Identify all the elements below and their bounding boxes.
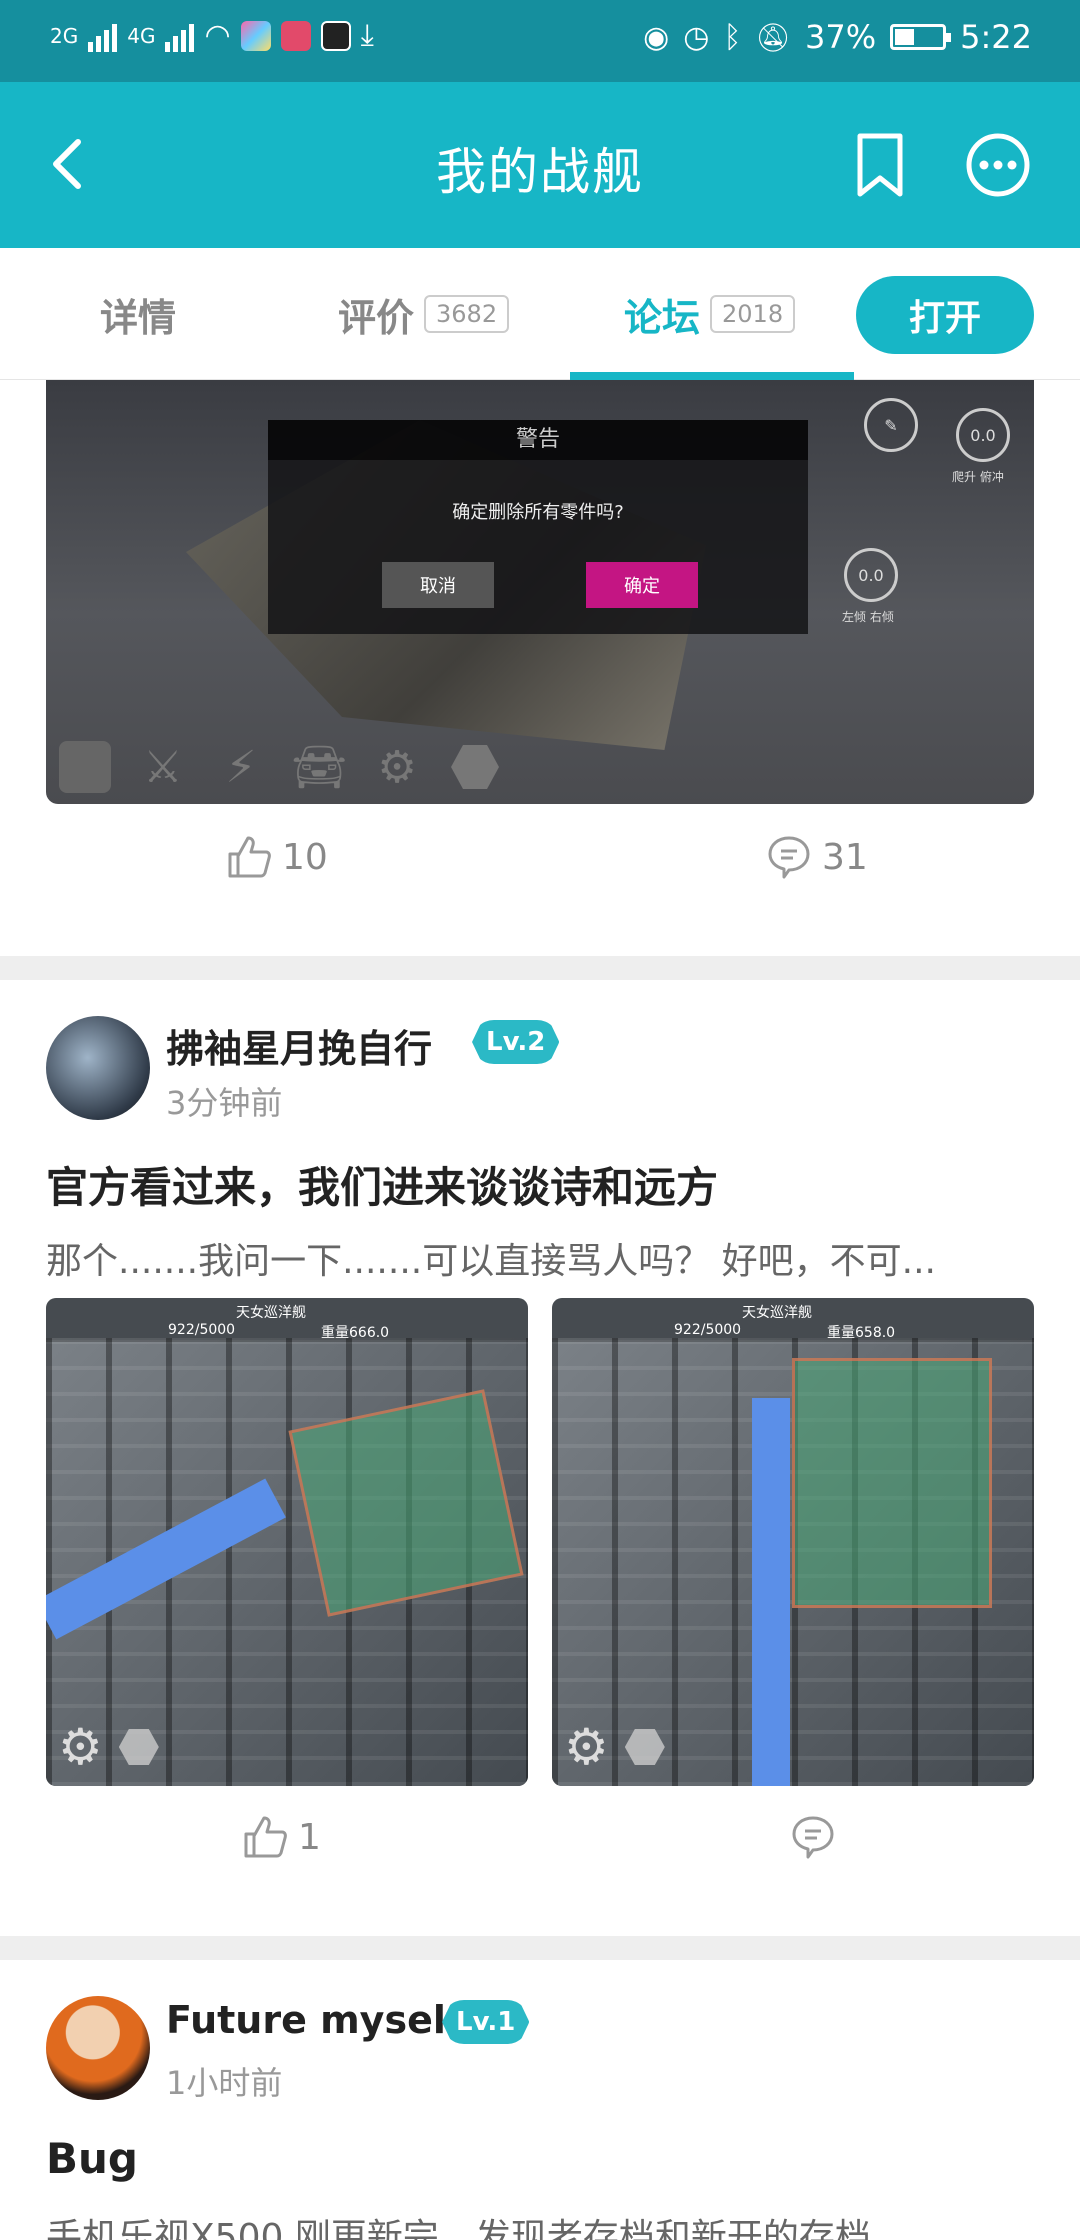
- tab-reviews-label: 评价: [338, 295, 415, 340]
- open-app-button[interactable]: 打开: [856, 276, 1034, 354]
- level-badge: Lv.2: [472, 1020, 560, 1064]
- post-image[interactable]: 警告 确定删除所有零件吗? 取消 确定 ✎ 0.0 爬升 俯冲 0.0 左倾 右…: [46, 380, 1034, 804]
- level-badge: Lv.1: [442, 2000, 530, 2044]
- active-tab-indicator: [570, 372, 854, 380]
- hud-ship-name: 天女巡洋舰: [742, 1305, 812, 1321]
- comment-icon: [768, 836, 810, 879]
- post-excerpt[interactable]: 手机乐视X500 刚更新完，发现老存档和新开的存档: [46, 2208, 871, 2240]
- post-actions: 10 31: [0, 834, 1080, 930]
- network-2g-label: 2G: [50, 23, 79, 48]
- avatar[interactable]: [46, 1996, 150, 2100]
- more-options-icon[interactable]: [965, 132, 1031, 198]
- signal-icon: [88, 20, 118, 52]
- tab-forum-label: 论坛: [624, 295, 701, 340]
- post-time: 1小时前: [166, 2064, 283, 2102]
- like-count: 10: [282, 836, 328, 878]
- like-button[interactable]: 10: [226, 834, 328, 880]
- post-excerpt[interactable]: 那个.......我问一下.......可以直接骂人吗？ 好吧，不可...: [46, 1232, 936, 1284]
- download-icon: ⤓: [360, 18, 374, 53]
- mute-icon: 🔕︎: [755, 20, 792, 54]
- hexagon-icon: [624, 1729, 665, 1765]
- forum-count-badge: 2018: [710, 295, 796, 333]
- signal-icon-2: [165, 20, 195, 52]
- battery-percent: 37%: [805, 18, 877, 56]
- tab-reviews[interactable]: 评价 3682: [338, 248, 510, 380]
- post-author[interactable]: Future myself: [166, 1998, 462, 2042]
- sword-icon: ⚔: [143, 741, 183, 793]
- avatar[interactable]: [46, 1016, 150, 1120]
- reviews-count-badge: 3682: [424, 295, 510, 333]
- hud-weight: 重量666.0: [321, 1325, 390, 1341]
- post-actions: 1: [0, 1814, 1080, 1910]
- post-divider: [0, 1936, 1080, 1960]
- joystick-dial-icon: ✎: [864, 398, 918, 452]
- app-notification-icon: [240, 20, 271, 51]
- book-notification-icon: [280, 20, 311, 51]
- roll-dial: 0.0: [844, 548, 898, 602]
- thumbs-up-icon: [228, 836, 271, 878]
- dialog-message: 确定删除所有零件吗?: [452, 502, 624, 523]
- hud-weight: 重量658.0: [827, 1325, 896, 1341]
- pitch-dial: 0.0: [956, 408, 1010, 462]
- post-divider: [0, 956, 1080, 980]
- app-bar: 我的战舰: [0, 82, 1080, 248]
- status-bar: 2G 4G ◠ ⤓ ◉ ◷ ᛒ 🔕︎ 37% 5:22: [0, 0, 1080, 82]
- dialog-confirm-button: 确定: [586, 562, 698, 608]
- dialog-title: 警告: [268, 420, 808, 460]
- tab-details-label: 详情: [100, 295, 177, 340]
- soul-notification-icon: [320, 20, 351, 51]
- hud-ammo: 922/5000: [674, 1322, 742, 1338]
- post-time: 3分钟前: [166, 1084, 283, 1122]
- dialog-cancel-button: 取消: [382, 562, 494, 608]
- post-title[interactable]: 官方看过来，我们进来谈谈诗和远方: [46, 1154, 718, 1215]
- game-toolbar: ⚔ ⚡︎ 🚘︎ ⚙: [58, 740, 502, 794]
- blue-part: [752, 1398, 790, 1786]
- wifi-icon: ◠: [204, 18, 231, 53]
- pitch-dial-label: 爬升 俯冲: [952, 470, 1004, 484]
- gear-icon: ⚙: [564, 1718, 609, 1776]
- eye-icon: ◉: [643, 19, 670, 55]
- tab-forum[interactable]: 论坛 2018: [624, 248, 796, 380]
- hud-ammo: 922/5000: [168, 1322, 236, 1338]
- hexagon-icon: [451, 745, 499, 789]
- post-image-2[interactable]: 天女巡洋舰 922/5000 重量658.0 ⚙: [552, 1298, 1034, 1786]
- hexagon-icon: [118, 1729, 159, 1765]
- block-icon: [59, 741, 111, 793]
- clock: 5:22: [960, 18, 1032, 56]
- bookmark-icon[interactable]: [850, 132, 910, 198]
- alarm-icon: ◷: [683, 19, 710, 55]
- green-part: [288, 1389, 524, 1617]
- bluetooth-icon: ᛒ: [723, 19, 742, 55]
- warning-dialog: 警告 确定删除所有零件吗? 取消 确定: [268, 420, 808, 634]
- comment-count: 31: [822, 836, 868, 878]
- network-4g-label: 4G: [127, 23, 156, 48]
- comment-button[interactable]: 31: [766, 834, 868, 880]
- tab-details[interactable]: 详情: [100, 248, 176, 380]
- roll-dial-label: 左倾 右倾: [842, 610, 894, 624]
- battery-icon: [890, 24, 952, 50]
- post-author[interactable]: 拂袖星月挽自行: [166, 1018, 432, 1073]
- thumbs-up-icon: [244, 1816, 287, 1858]
- like-button[interactable]: 1: [242, 1814, 321, 1860]
- game-hud: 天女巡洋舰 922/5000 重量666.0: [46, 1298, 528, 1342]
- hud-ship-name: 天女巡洋舰: [236, 1305, 306, 1321]
- game-hud: 天女巡洋舰 922/5000 重量658.0: [552, 1298, 1034, 1342]
- page-title: 我的战舰: [436, 143, 644, 201]
- car-icon: 🚘︎: [291, 742, 347, 793]
- gear-icon: ⚙: [58, 1718, 103, 1776]
- comment-button[interactable]: [790, 1814, 846, 1860]
- green-part: [792, 1358, 992, 1608]
- post-title[interactable]: Bug: [46, 2134, 138, 2183]
- post-image-1[interactable]: 天女巡洋舰 922/5000 重量666.0 ⚙: [46, 1298, 528, 1786]
- comment-icon: [792, 1816, 834, 1859]
- gear-icon: ⚙: [377, 741, 417, 793]
- lightning-icon: ⚡︎: [225, 741, 257, 793]
- like-count: 1: [298, 1816, 321, 1858]
